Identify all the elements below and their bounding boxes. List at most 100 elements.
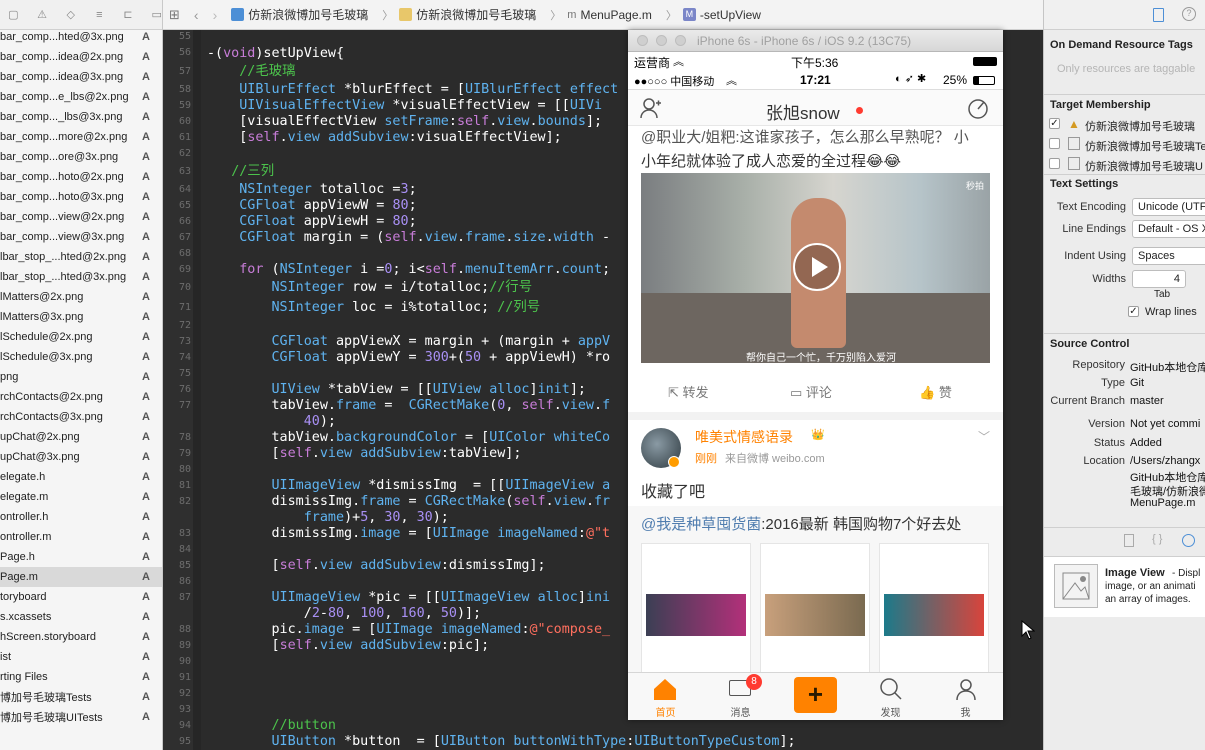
navigator-file-item[interactable]: ontroller.m A — [0, 527, 162, 547]
navigator-file-item[interactable]: 博加号毛玻璃Tests A — [0, 687, 162, 707]
type-value: Git — [1130, 377, 1145, 389]
close-button[interactable] — [637, 35, 648, 46]
jumpbar-folder[interactable]: 仿新浪微博加号毛玻璃 — [399, 6, 536, 23]
like-label: 赞 — [938, 385, 952, 400]
navigator-file-item[interactable]: toryboard A — [0, 587, 162, 607]
quoted-user[interactable]: @我是种草囤货菌 — [641, 516, 761, 533]
tab-messages[interactable]: 8 消息 — [703, 673, 778, 720]
quoted-post[interactable]: @我是种草囤货菌:2016最新 韩国购物7个好去处 — [628, 506, 1003, 672]
forward-arrow-icon[interactable]: › — [213, 7, 218, 23]
scm-status-badge: A — [142, 231, 150, 243]
navigator-file-item[interactable]: rchContacts@2x.png A — [0, 387, 162, 407]
breakpoint-navigator-icon[interactable]: ⊏ — [123, 9, 134, 21]
jumpbar-project[interactable]: 仿新浪微博加号毛玻璃 — [231, 6, 368, 23]
navigator-file-item[interactable]: bar_comp..._lbs@3x.png A — [0, 107, 162, 127]
debug-navigator-icon[interactable]: ≡ — [94, 9, 105, 21]
navigator-file-item[interactable]: lSchedule@2x.png A — [0, 327, 162, 347]
wrap-lines-checkbox[interactable]: ✓ — [1128, 306, 1139, 317]
tab-compose[interactable]: + — [778, 673, 853, 720]
target-checkbox[interactable] — [1049, 138, 1060, 149]
navigator-file-item[interactable]: png A — [0, 367, 162, 387]
navigator-file-item[interactable]: 博加号毛玻璃UITests A — [0, 707, 162, 727]
test-navigator-icon[interactable]: ◇ — [65, 9, 76, 21]
navigator-file-item[interactable]: ontroller.h A — [0, 507, 162, 527]
navigator-file-item[interactable]: upChat@2x.png A — [0, 427, 162, 447]
navigator-file-item[interactable]: rting Files A — [0, 667, 162, 687]
timeline-feed[interactable]: @职业大/姐粑:这谁家孩子，怎么那么早熟呢？ 小 小年纪就体验了成人恋爱的全过程… — [628, 126, 1003, 672]
navigator-file-item[interactable]: bar_comp...hted@3x.png A — [0, 27, 162, 47]
code-snippet-icon[interactable]: { } — [1152, 533, 1162, 545]
jumpbar-method[interactable]: M -setUpView — [682, 8, 761, 22]
navigator-file-item[interactable]: bar_comp...view@2x.png A — [0, 207, 162, 227]
file-template-icon[interactable] — [1124, 534, 1134, 547]
like-button[interactable]: 👍 赞 — [919, 382, 952, 401]
scm-status-badge: A — [142, 151, 150, 163]
navigator-file-item[interactable]: lbar_stop_...hted@3x.png A — [0, 267, 162, 287]
navigator-file-item[interactable]: s.xcassets A — [0, 607, 162, 627]
radar-icon[interactable] — [967, 97, 989, 119]
line-number: 81 — [178, 480, 191, 491]
target-checkbox[interactable]: ✓ — [1049, 118, 1060, 129]
navigator-file-item[interactable]: upChat@3x.png A — [0, 447, 162, 467]
repost-button[interactable]: ⇱ 转发 — [668, 382, 709, 401]
navigator-file-item[interactable]: rchContacts@3x.png A — [0, 407, 162, 427]
navigator-file-item[interactable]: lMatters@2x.png A — [0, 287, 162, 307]
chevron-down-icon[interactable]: ﹀ — [978, 428, 990, 445]
post-actions: ⇱ 转发 ▭ 评论 👍 赞 — [628, 372, 1003, 408]
issue-navigator-icon[interactable]: ⚠ — [37, 9, 48, 21]
quick-help-icon[interactable]: ? — [1182, 7, 1196, 21]
jumpbar-file[interactable]: m MenuPage.m — [567, 8, 652, 22]
symbol-navigator-icon[interactable]: ▢ — [8, 9, 19, 21]
indent-using-popup[interactable]: Spaces — [1132, 247, 1205, 265]
navigator-file-item[interactable]: ist A — [0, 647, 162, 667]
tab-me[interactable]: 我 — [928, 673, 1003, 720]
navigator-file-item[interactable]: lMatters@3x.png A — [0, 307, 162, 327]
target-checkbox[interactable] — [1049, 158, 1060, 169]
scm-status-badge: A — [142, 651, 150, 663]
navigator-file-item[interactable]: bar_comp...e_lbs@2x.png A — [0, 87, 162, 107]
related-items-icon[interactable]: ⊞ — [169, 7, 180, 23]
minimize-button[interactable] — [656, 35, 667, 46]
object-library-icon[interactable] — [1182, 534, 1195, 547]
tab-width-field[interactable]: 4 — [1132, 270, 1186, 288]
version-value: Not yet commi — [1130, 418, 1201, 430]
navigator-file-item[interactable]: bar_comp...ore@3x.png A — [0, 147, 162, 167]
navigator-file-item[interactable]: bar_comp...hoto@2x.png A — [0, 167, 162, 187]
tab-home[interactable]: 首页 — [628, 673, 703, 720]
navigator-file-item[interactable]: bar_comp...hoto@3x.png A — [0, 187, 162, 207]
line-number: 84 — [178, 544, 191, 555]
navigator-file-item[interactable]: bar_comp...idea@2x.png A — [0, 47, 162, 67]
navigator-file-item[interactable]: lbar_stop_...hted@2x.png A — [0, 247, 162, 267]
tab-discover[interactable]: 发现 — [853, 673, 928, 720]
line-endings-popup[interactable]: Default - OS X — [1132, 220, 1205, 238]
report-navigator-icon[interactable]: ▭ — [151, 9, 162, 21]
navigator-file-item[interactable]: elegate.h A — [0, 467, 162, 487]
back-arrow-icon[interactable]: ‹ — [194, 7, 199, 23]
quoted-image-2[interactable] — [760, 543, 870, 672]
line-number: 69 — [178, 264, 191, 275]
library-item-image-view[interactable]: Image View - Displ image, or an animati … — [1044, 557, 1205, 617]
add-friend-icon[interactable] — [640, 97, 662, 119]
navigator-file-item[interactable]: bar_comp...view@3x.png A — [0, 227, 162, 247]
quoted-image-1[interactable] — [641, 543, 751, 672]
zoom-button[interactable] — [675, 35, 686, 46]
navigator-file-item[interactable]: bar_comp...more@2x.png A — [0, 127, 162, 147]
code-folding-ribbon[interactable] — [193, 30, 201, 750]
text-encoding-popup[interactable]: Unicode (UTF- — [1132, 198, 1205, 216]
navigator-file-item[interactable]: Page.h A — [0, 547, 162, 567]
file-inspector-icon[interactable] — [1153, 8, 1164, 22]
navigator-file-item[interactable]: lSchedule@3x.png A — [0, 347, 162, 367]
simulator-status-bar: 运营商 ︽ 下午5:36 — [628, 52, 1003, 70]
post-card[interactable]: 唯美式情感语录 👑 ﹀ 刚刚 来自微博 weibo.com 收藏了吧 @我是种草… — [628, 420, 1003, 672]
video-thumbnail[interactable]: 秒拍 帮你自己一个忙，千万别陷入爱河 — [641, 173, 990, 363]
navigator-file-item[interactable]: bar_comp...idea@3x.png A — [0, 67, 162, 87]
quoted-image-3[interactable] — [879, 543, 989, 672]
nav-username[interactable]: 张旭snow — [766, 99, 840, 124]
navigator-file-item[interactable]: hScreen.storyboard A — [0, 627, 162, 647]
navigator-file-item[interactable]: Page.m A — [0, 567, 162, 587]
post-author[interactable]: 唯美式情感语录 — [695, 427, 793, 447]
play-button[interactable] — [793, 243, 841, 291]
navigator-file-item[interactable]: elegate.m A — [0, 487, 162, 507]
compose-button[interactable]: + — [794, 677, 837, 713]
comment-button[interactable]: ▭ 评论 — [790, 382, 832, 401]
